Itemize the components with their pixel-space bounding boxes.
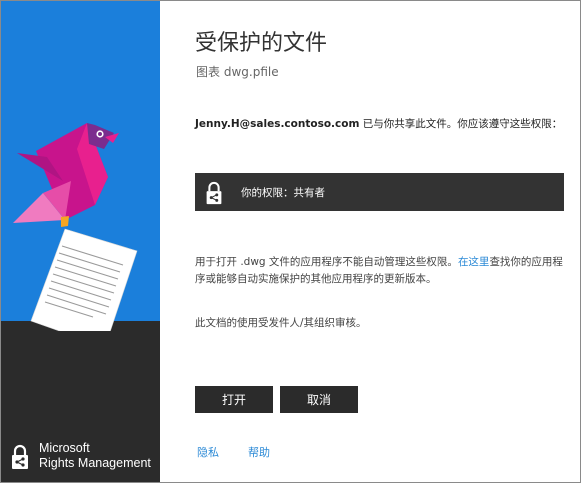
find-app-link[interactable]: 在这里 xyxy=(458,256,490,268)
brand-line-1: Microsoft xyxy=(39,441,90,455)
open-button[interactable]: 打开 xyxy=(195,386,273,413)
sharer-email: Jenny.H@sales.contoso.com xyxy=(195,118,360,130)
rights-management-brand: Microsoft Rights Management xyxy=(11,441,157,475)
info-text-before: 用于打开 .dwg 文件的应用程序不能自动管理这些权限。 xyxy=(195,256,458,268)
shared-by-message: Jenny.H@sales.contoso.com 已与你共享此文件。你应该遵守… xyxy=(195,116,562,131)
help-link[interactable]: 帮助 xyxy=(248,444,270,460)
protected-file-dialog: Microsoft Rights Management 受保护的文件 图表 dw… xyxy=(0,0,581,483)
dialog-title: 受保护的文件 xyxy=(195,31,328,56)
permission-text: 你的权限：共有者 xyxy=(241,187,325,199)
file-type-label: 图表 xyxy=(196,65,221,79)
bird-document-illustration xyxy=(13,123,138,331)
file-subtitle: 图表 dwg.pfile xyxy=(196,63,279,80)
cancel-button[interactable]: 取消 xyxy=(280,386,358,413)
permission-bar: 你的权限：共有者 xyxy=(195,173,564,211)
brand-name: Microsoft Rights Management xyxy=(39,441,151,471)
file-name: dwg.pfile xyxy=(223,65,279,79)
rights-lock-icon xyxy=(206,181,222,205)
shared-message-text: 已与你共享此文件。你应该遵守这些权限： xyxy=(359,118,563,130)
rights-management-logo-icon xyxy=(12,444,28,469)
audit-notice: 此文档的使用受发件人/其组织审核。 xyxy=(195,317,367,329)
privacy-link[interactable]: 隐私 xyxy=(197,444,219,460)
brand-line-2: Rights Management xyxy=(39,456,151,470)
app-support-info: 用于打开 .dwg 文件的应用程序不能自动管理这些权限。在这里查找你的应用程序或… xyxy=(195,254,567,288)
